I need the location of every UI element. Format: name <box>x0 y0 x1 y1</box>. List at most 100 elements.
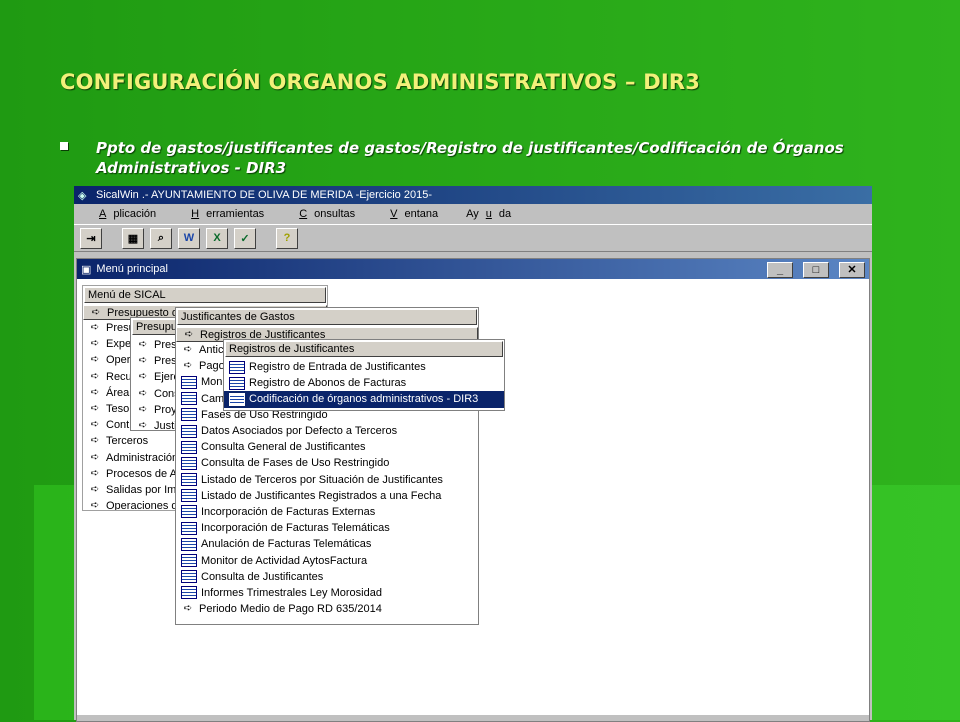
arrow-icon: ➪ <box>90 386 100 398</box>
arrow-icon: ➪ <box>90 435 100 447</box>
arrow-icon: ➪ <box>90 500 100 511</box>
menu-justificantes-header: Justificantes de Gastos <box>177 309 477 325</box>
menu-label-post: da <box>498 208 512 220</box>
justificantes-item[interactable]: Consulta de Justificantes <box>176 569 478 585</box>
check-icon[interactable]: ✓ <box>234 227 256 249</box>
menu-label-pre <box>177 208 191 220</box>
menu-sical-header: Menú de SICAL <box>84 287 326 303</box>
close-button[interactable]: ✕ <box>839 262 865 278</box>
sical-item-label: Administración <box>106 451 179 464</box>
arrow-icon: ➪ <box>183 344 193 356</box>
menu-3[interactable]: Ventana <box>369 208 452 220</box>
table-icon <box>181 570 197 584</box>
justificantes-item[interactable]: Incorporación de Facturas Telemáticas <box>176 520 478 536</box>
justificantes-item[interactable]: Listado de Justificantes Registrados a u… <box>176 488 478 504</box>
table-icon <box>229 376 245 390</box>
slide-title: CONFIGURACIÓN ORGANOS ADMINISTRATIVOS – … <box>60 70 701 94</box>
arrow-icon: ➪ <box>138 339 148 351</box>
justificantes-item-label: Consulta de Fases de Uso Restringido <box>201 457 390 470</box>
justificantes-item-label: Listado de Justificantes Registrados a u… <box>201 489 442 502</box>
justificantes-item-label: Listado de Terceros por Situación de Jus… <box>201 473 443 486</box>
arrow-icon: ➪ <box>138 387 148 399</box>
justificantes-item[interactable]: Monitor de Actividad AytosFactura <box>176 552 478 568</box>
arrow-icon: ➪ <box>183 360 193 372</box>
app-titlebar[interactable]: ◈ SicalWin .- AYUNTAMIENTO DE OLIVA DE M… <box>74 186 872 204</box>
sical-item-label: Recu <box>106 370 132 383</box>
justificantes-item[interactable]: Datos Asociados por Defecto a Terceros <box>176 423 478 439</box>
table-icon <box>181 489 197 503</box>
window-footer <box>77 715 869 721</box>
registros-item[interactable]: Codificación de órganos administrativos … <box>224 391 504 408</box>
justificantes-item[interactable]: Anulación de Facturas Telemáticas <box>176 536 478 552</box>
menu-1[interactable]: Herramientas <box>170 208 278 220</box>
sical-item-label: Procesos de A <box>106 467 177 480</box>
sical-item-label: Cont <box>106 419 130 432</box>
table-icon <box>181 440 197 454</box>
menu-label-post: entana <box>404 208 439 220</box>
binoculars-icon[interactable]: ⌕ <box>150 227 172 249</box>
menu-registros-header: Registros de Justificantes <box>225 341 503 357</box>
registros-item-label: Codificación de órganos administrativos … <box>249 393 479 406</box>
arrow-icon: ➪ <box>90 419 100 431</box>
registros-item-label: Registro de Abonos de Facturas <box>249 377 407 390</box>
menu-mnemonic: u <box>485 208 492 220</box>
table-icon <box>181 424 197 438</box>
registros-item[interactable]: Registro de Abonos de Facturas <box>224 375 504 391</box>
table-icon <box>181 473 197 487</box>
child-title: Menú principal <box>96 263 168 275</box>
sical-item-label: Oper <box>106 354 131 367</box>
justificantes-item[interactable]: Listado de Terceros por Situación de Jus… <box>176 472 478 488</box>
justificantes-item-label: Consulta General de Justificantes <box>201 441 366 454</box>
justificantes-item[interactable]: Informes Trimestrales Ley Morosidad <box>176 585 478 601</box>
registros-item[interactable]: Registro de Entrada de Justificantes <box>224 359 504 375</box>
menu-bar: Aplicación Herramientas Consultas Ventana Ay… <box>74 204 872 224</box>
table-icon <box>181 456 197 470</box>
arrow-icon: ➪ <box>90 338 100 350</box>
main-menu-window: ▣ Menú principal _ □ ✕ Menú de SICAL ➪ Pr… <box>76 258 870 722</box>
sical-item-label: Teso <box>106 403 130 416</box>
justificantes-item-label: Monitor de Actividad AytosFactura <box>201 554 368 567</box>
justificantes-item-label: Incorporación de Facturas Telemáticas <box>201 522 390 535</box>
arrow-icon: ➪ <box>184 328 194 340</box>
menu-label-post: onsultas <box>314 208 356 220</box>
menu-2[interactable]: Consultas <box>278 208 369 220</box>
sical-item-label: Terceros <box>106 435 149 448</box>
exit-icon[interactable]: ⇥ <box>80 227 102 249</box>
arrow-icon: ➪ <box>183 603 193 615</box>
table-icon <box>181 521 197 535</box>
justificantes-item[interactable]: Consulta General de Justificantes <box>176 439 478 455</box>
table-icon <box>181 408 197 422</box>
bullet-square-icon <box>60 142 68 150</box>
justificantes-item[interactable]: Consulta de Fases de Uso Restringido <box>176 455 478 471</box>
arrow-icon: ➪ <box>138 420 148 431</box>
sical-item-label: Operaciones d <box>106 500 178 511</box>
calculator-icon[interactable]: ▦ <box>122 227 144 249</box>
arrow-icon: ➪ <box>90 403 100 415</box>
word-icon[interactable]: W <box>178 227 200 249</box>
registros-item-label: Registro de Entrada de Justificantes <box>249 361 426 374</box>
arrow-icon: ➪ <box>90 483 100 495</box>
maximize-button[interactable]: □ <box>803 262 829 278</box>
arrow-icon: ➪ <box>90 354 100 366</box>
toolbar: ⇥ ▦ ⌕ W X ✓ ? <box>74 224 872 252</box>
menu-0[interactable]: Aplicación <box>78 208 170 220</box>
justificantes-item[interactable]: ➪ Periodo Medio de Pago RD 635/2014 <box>176 601 478 617</box>
arrow-icon: ➪ <box>91 306 101 318</box>
arrow-icon: ➪ <box>138 371 148 383</box>
table-icon <box>181 505 197 519</box>
excel-icon[interactable]: X <box>206 227 228 249</box>
minimize-button[interactable]: _ <box>767 262 793 278</box>
child-titlebar[interactable]: ▣ Menú principal _ □ ✕ <box>77 259 869 279</box>
menu-label-post: plicación <box>113 208 157 220</box>
menu-4[interactable]: Ay u da <box>452 208 525 220</box>
menu-mnemonic: C <box>299 208 308 220</box>
justificantes-item[interactable]: Incorporación de Facturas Externas <box>176 504 478 520</box>
justificantes-item-label: Informes Trimestrales Ley Morosidad <box>201 586 382 599</box>
table-icon <box>181 392 197 406</box>
table-icon <box>181 375 197 389</box>
help-icon[interactable]: ? <box>276 227 298 249</box>
menu-label-pre <box>285 208 299 220</box>
table-icon <box>181 554 197 568</box>
window-icon: ▣ <box>81 263 92 276</box>
sical-item-label: Área <box>106 386 130 399</box>
